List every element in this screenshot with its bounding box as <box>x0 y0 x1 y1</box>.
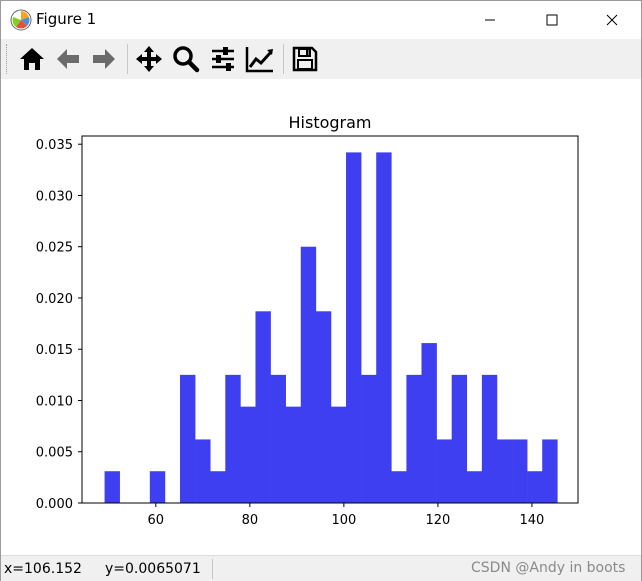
histogram-bar <box>481 374 498 503</box>
histogram-bar <box>270 374 286 503</box>
histogram-bar <box>542 439 558 503</box>
histogram-bar <box>210 471 226 503</box>
watermark-text: CSDN @Andy in boots <box>471 560 626 576</box>
toolbar-grip <box>6 44 9 74</box>
window-title: Figure 1 <box>36 10 97 28</box>
toolbar-separator <box>127 44 128 74</box>
configure-subplots-button[interactable] <box>206 42 240 76</box>
y-tick-label: 0.035 <box>36 138 73 153</box>
y-tick-label: 0.030 <box>36 189 73 204</box>
histogram-bar <box>255 311 271 503</box>
y-tick-label: 0.000 <box>36 497 73 512</box>
histogram-bar <box>180 374 196 503</box>
figure-window: Figure 1 Histogram 0.000 0.005 0.010 0.0… <box>0 0 642 581</box>
x-tick-label: 60 <box>148 513 165 528</box>
home-icon <box>20 48 44 70</box>
figure-canvas[interactable]: Histogram 0.000 0.005 0.010 0.015 0.020 0.025… <box>1 79 641 555</box>
status-bar: x=106.152 y=0.0065071 CSDN @Andy in boot… <box>1 555 641 581</box>
histogram-bar <box>496 439 513 503</box>
histogram-bar <box>512 439 528 503</box>
histogram-bar <box>376 152 392 503</box>
back-arrow-icon <box>57 49 79 69</box>
histogram-bar <box>330 406 347 503</box>
pan-button[interactable] <box>132 42 166 76</box>
edit-axis-icon <box>245 47 273 73</box>
histogram-bar <box>225 374 241 503</box>
zoom-icon <box>173 46 200 73</box>
histogram-bar <box>104 471 120 503</box>
histogram-bar <box>361 374 377 503</box>
close-icon <box>606 14 618 26</box>
histogram-bar <box>285 406 302 503</box>
save-button[interactable] <box>288 42 322 76</box>
status-separator <box>212 559 213 579</box>
toolbar-separator <box>283 44 284 74</box>
subplots-config-icon <box>212 47 234 71</box>
y-tick-label: 0.020 <box>36 292 73 307</box>
cursor-x-readout: x=106.152 <box>4 561 82 577</box>
histogram-bar <box>527 471 543 503</box>
back-button[interactable] <box>51 42 85 76</box>
x-tick-label: 140 <box>520 513 545 528</box>
save-icon <box>292 46 318 72</box>
minimize-icon <box>485 19 495 21</box>
chart-title: Histogram <box>289 113 372 132</box>
histogram-bar <box>240 406 256 503</box>
histogram-bar <box>315 311 332 503</box>
x-tick-label: 120 <box>425 513 450 528</box>
histogram-bar <box>149 471 166 503</box>
y-tick-label: 0.025 <box>36 241 73 256</box>
x-tick-label: 100 <box>331 513 356 528</box>
maximize-button[interactable] <box>529 1 575 39</box>
navigation-toolbar <box>1 39 641 79</box>
edit-axis-button[interactable] <box>243 42 277 76</box>
histogram-bar <box>466 471 483 503</box>
histogram-bar <box>391 471 407 503</box>
histogram-bar <box>300 246 317 503</box>
y-tick-label: 0.005 <box>36 446 73 461</box>
histogram-bar <box>406 374 422 503</box>
y-tick-label: 0.010 <box>36 394 73 409</box>
forward-button[interactable] <box>87 42 121 76</box>
histogram-bar <box>421 343 437 503</box>
home-button[interactable] <box>15 42 49 76</box>
x-tick-label: 80 <box>242 513 259 528</box>
pan-icon <box>136 46 162 72</box>
close-button[interactable] <box>589 1 635 39</box>
matplotlib-logo-icon <box>10 9 32 31</box>
y-tick-label: 0.015 <box>36 343 73 358</box>
histogram-bar <box>451 374 468 503</box>
zoom-button[interactable] <box>169 42 203 76</box>
minimize-button[interactable] <box>467 1 513 39</box>
forward-arrow-icon <box>93 49 115 69</box>
title-bar: Figure 1 <box>1 1 641 39</box>
histogram-chart: Histogram 0.000 0.005 0.010 0.015 0.020 0.025… <box>36 113 579 528</box>
cursor-y-readout: y=0.0065071 <box>105 561 201 577</box>
histogram-bar <box>195 439 211 503</box>
maximize-icon <box>546 14 558 26</box>
histogram-bar <box>346 152 362 503</box>
histogram-bar <box>436 439 452 503</box>
